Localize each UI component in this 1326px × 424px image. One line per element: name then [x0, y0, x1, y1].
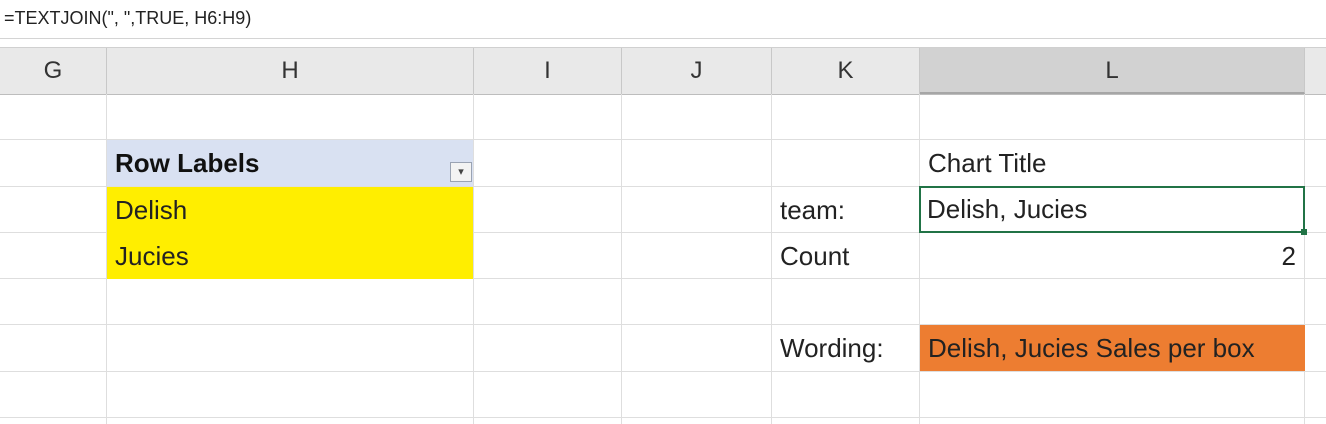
pivot-item-label: Jucies	[115, 241, 189, 271]
chart-title-cell[interactable]: Chart Title	[920, 140, 1304, 186]
formula-bar[interactable]: =TEXTJOIN(", ",TRUE, H6:H9)	[0, 0, 1326, 39]
column-header-h[interactable]: H	[107, 48, 474, 94]
wording-label-cell[interactable]: Wording:	[772, 325, 920, 371]
team-value-cell[interactable]: Delish, Jucies	[919, 186, 1305, 233]
pivot-item-delish[interactable]: Delish	[107, 187, 473, 233]
pivot-item-label: Delish	[115, 195, 188, 225]
count-label-cell[interactable]: Count	[772, 233, 919, 279]
column-header-i[interactable]: I	[474, 48, 622, 94]
pivot-item-jucies[interactable]: Jucies	[107, 233, 473, 279]
gridline	[621, 94, 622, 424]
column-header-k[interactable]: K	[772, 48, 920, 94]
wording-value-cell[interactable]: Delish, Jucies Sales per box	[920, 325, 1305, 371]
count-value-cell[interactable]: 2	[920, 233, 1304, 279]
team-label-cell[interactable]: team:	[772, 187, 919, 233]
column-header-row: G H I J K L	[0, 47, 1326, 95]
column-header-l[interactable]: L	[920, 48, 1305, 94]
pivot-header-label: Row Labels	[115, 148, 260, 178]
gridline	[1304, 94, 1305, 424]
formula-text[interactable]: =TEXTJOIN(", ",TRUE, H6:H9)	[4, 8, 251, 29]
pivot-row-labels-header[interactable]: Row Labels	[107, 140, 473, 186]
gridline	[0, 371, 1326, 372]
filter-dropdown-icon[interactable]: ▾	[450, 162, 472, 182]
gridline	[473, 94, 474, 424]
gridline	[0, 417, 1326, 418]
column-header-g[interactable]: G	[0, 48, 107, 94]
worksheet-grid[interactable]: Row Labels ▾ Delish Jucies Chart Title t…	[0, 94, 1326, 424]
column-header-j[interactable]: J	[622, 48, 772, 94]
